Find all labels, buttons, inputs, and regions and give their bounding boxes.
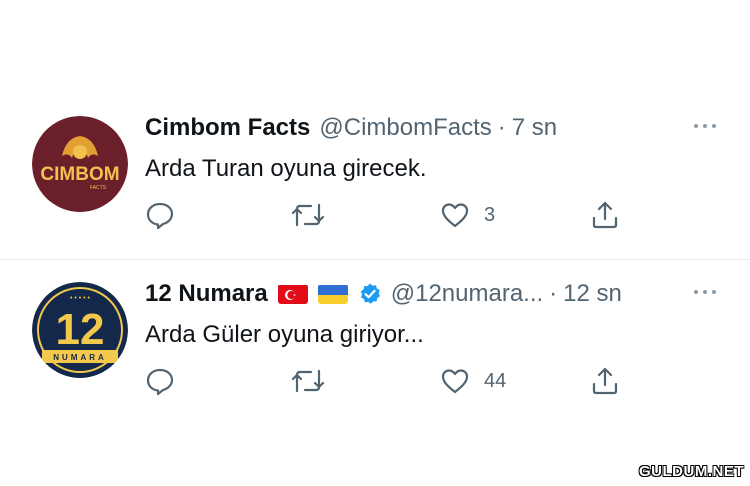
like-icon	[441, 369, 469, 394]
verified-icon	[358, 282, 382, 306]
more-icon[interactable]	[694, 290, 716, 294]
tweet[interactable]: CIMBOM FACTS Cimbom Facts @CimbomFacts ·…	[0, 96, 750, 258]
avatar-label: 12	[56, 305, 105, 354]
timestamp[interactable]: 12 sn	[563, 280, 622, 308]
tweet[interactable]: • • • • • 12 NUMARA 12 Numara @12numara.…	[0, 262, 750, 412]
avatar-sublabel: FACTS	[90, 185, 107, 191]
avatar-label: CIMBOM	[40, 164, 119, 185]
username[interactable]: @12numara...	[391, 280, 543, 308]
ukraine-flag-icon	[317, 284, 348, 304]
reply-button[interactable]	[145, 366, 175, 396]
retweet-icon	[291, 369, 325, 393]
tweet-text: Arda Turan oyuna girecek.	[145, 155, 427, 182]
separator: ·	[549, 280, 558, 307]
timestamp[interactable]: 7 sn	[512, 114, 557, 142]
like-button[interactable]: 44	[440, 366, 506, 396]
share-icon	[592, 201, 618, 229]
reply-button[interactable]	[145, 200, 175, 230]
retweet-icon	[291, 203, 325, 227]
tweet-header: Cimbom Facts @CimbomFacts · 7 sn	[145, 114, 557, 142]
tweet-header: 12 Numara @12numara... · 12 sn	[145, 280, 622, 308]
avatar-sublabel: NUMARA	[53, 353, 107, 362]
tweet-actions: 44	[145, 366, 625, 396]
tweet-text: Arda Güler oyuna giriyor...	[145, 321, 424, 348]
like-icon	[441, 203, 469, 228]
like-count: 44	[484, 369, 507, 392]
turkey-flag-icon	[277, 284, 308, 304]
share-button[interactable]	[590, 366, 620, 396]
retweet-button[interactable]	[290, 366, 326, 396]
svg-text:• • • • •: • • • • •	[70, 295, 91, 302]
more-icon[interactable]	[694, 124, 716, 128]
like-count: 3	[484, 203, 496, 226]
reply-icon	[146, 368, 174, 396]
retweet-button[interactable]	[290, 200, 326, 230]
like-button[interactable]: 3	[440, 200, 495, 230]
watermark: GULDUM.NET	[639, 463, 744, 480]
display-name[interactable]: 12 Numara	[145, 280, 268, 308]
username[interactable]: @CimbomFacts	[319, 114, 491, 142]
tweet-actions: 3	[145, 200, 625, 230]
share-icon	[592, 367, 618, 395]
tweet-divider	[0, 259, 750, 260]
separator: ·	[497, 114, 506, 141]
avatar[interactable]: CIMBOM FACTS	[32, 116, 128, 212]
share-button[interactable]	[590, 200, 620, 230]
reply-icon	[146, 202, 174, 230]
display-name[interactable]: Cimbom Facts	[145, 114, 310, 142]
avatar[interactable]: • • • • • 12 NUMARA	[32, 282, 128, 378]
